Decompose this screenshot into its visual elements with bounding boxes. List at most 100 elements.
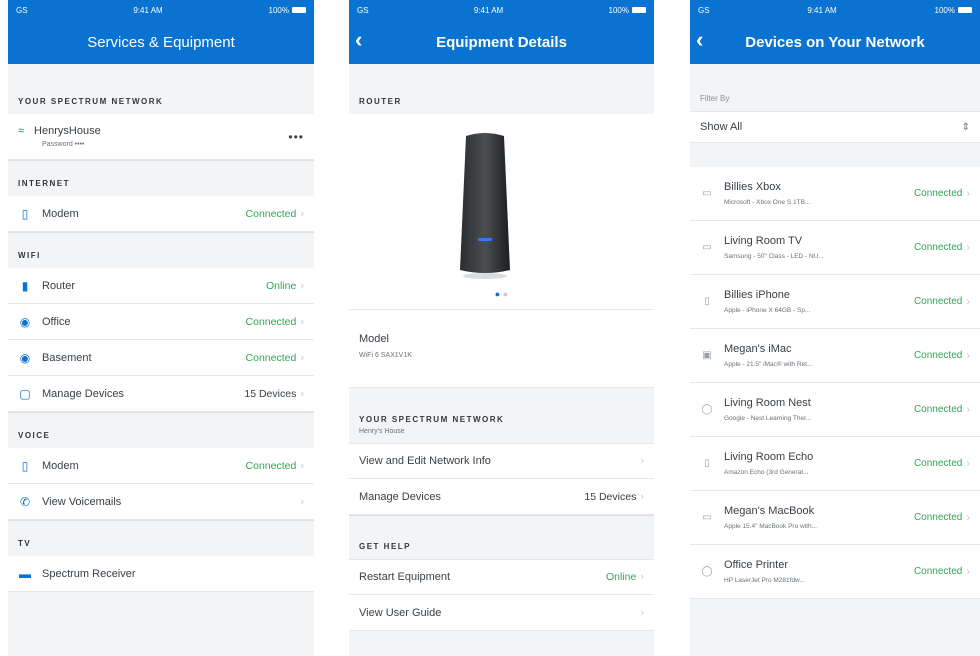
chevron-right-icon: › [966, 565, 970, 578]
carousel-dot-active[interactable]: ● [495, 289, 500, 299]
page-title: Equipment Details [436, 33, 567, 51]
wifi-section-header: WIFI [8, 232, 314, 268]
manage-devices-count: 15 Devices [584, 490, 637, 503]
wifi-item-status: Online [265, 279, 297, 292]
wifi-item-basement[interactable]: ◉ Basement Connected › [8, 340, 314, 376]
device-row[interactable]: ▯ Billies iPhone Apple - iPhone X 64GB - S… [690, 275, 980, 329]
device-status: Connected [913, 350, 963, 361]
internet-modem-label: Modem [42, 207, 79, 220]
battery-indicator: 100% [269, 6, 306, 15]
chevron-right-icon: › [300, 351, 304, 364]
voice-modem-row[interactable]: ▯ Modem Connected › [8, 448, 314, 484]
view-edit-network-row[interactable]: View and Edit Network Info › [349, 443, 654, 479]
wifi-item-label: Basement [42, 351, 92, 364]
status-bar: GS 9:41 AM 100% [8, 0, 314, 20]
manage-devices-row[interactable]: Manage Devices 15 Devices › [349, 479, 654, 515]
router-image-carousel[interactable]: ● ● [349, 114, 654, 310]
filter-select[interactable]: Show All ⇕ [690, 111, 980, 143]
network-section-header: YOUR SPECTRUM NETWORK [18, 97, 164, 106]
router-section-header: ROUTER [359, 97, 402, 106]
carousel-dot[interactable]: ● [503, 289, 508, 299]
device-list: ▭ Billies Xbox Microsoft - Xbox One S 1TB.… [690, 167, 980, 599]
device-row[interactable]: ▭ Megan's MacBook Apple 15.4" MacBook Pro … [690, 491, 980, 545]
tv-receiver-row[interactable]: ▬ Spectrum Receiver [8, 556, 314, 592]
device-row[interactable]: ◯ Living Room Nest Google - Nest Learning … [690, 383, 980, 437]
carrier-label: GS [16, 5, 28, 15]
phone-handset-icon: ✆ [19, 494, 31, 509]
model-label: Model [359, 333, 389, 345]
device-description: Apple - iPhone X 64GB - Sp... [724, 307, 811, 314]
wifi-item-status: Connected [245, 315, 297, 328]
restart-equipment-row[interactable]: Restart Equipment Online › [349, 559, 654, 595]
back-chevron-icon[interactable]: ‹ [696, 29, 703, 51]
carousel-dots[interactable]: ● ● [349, 289, 654, 299]
wifi-item-office[interactable]: ◉ Office Connected › [8, 304, 314, 340]
time-label: 9:41 AM [473, 5, 504, 15]
device-row[interactable]: ▭ Billies Xbox Microsoft - Xbox One S 1TB.… [690, 167, 980, 221]
chevron-right-icon: › [966, 511, 970, 524]
battery-indicator: 100% [935, 6, 972, 15]
chevron-right-icon: › [640, 490, 644, 503]
extender-icon: ◉ [19, 350, 31, 365]
chevron-right-icon: › [966, 241, 970, 254]
wifi-item-label: Router [42, 279, 76, 292]
device-row[interactable]: ▣ Megan's iMac Apple - 21.5" iMac® with Re… [690, 329, 980, 383]
battery-label: 100% [608, 5, 629, 15]
device-name: Office Printer [724, 559, 788, 571]
device-status: Connected [913, 458, 963, 469]
modem-icon: ▯ [21, 206, 29, 221]
network-section-header: YOUR SPECTRUM NETWORK [359, 415, 505, 424]
battery-icon [291, 7, 306, 14]
voice-modem-status: Connected [245, 459, 297, 472]
laptop-icon: ▭ [702, 512, 712, 523]
internet-section-header: INTERNET [8, 160, 314, 196]
router-image [460, 133, 510, 279]
internet-modem-row[interactable]: ▯ Modem Connected › [8, 196, 314, 232]
thermostat-icon: ◯ [701, 404, 713, 415]
network-name: HenrysHouse [34, 125, 101, 137]
device-status: Connected [913, 566, 963, 577]
nav-bar: ‹ Equipment Details [349, 20, 654, 64]
nav-bar: ‹ Devices on Your Network [690, 20, 980, 64]
wifi-item-label: Manage Devices [42, 387, 124, 400]
battery-icon [957, 7, 972, 14]
tv-section-header: TV [8, 520, 314, 556]
help-section-header: GET HELP [349, 515, 654, 559]
chevron-right-icon: › [300, 207, 304, 220]
services-equipment-screen: GS 9:41 AM 100% Services & Equipment YOU… [8, 0, 314, 656]
device-name: Living Room Nest [724, 397, 811, 409]
view-voicemails-row[interactable]: ✆ View Voicemails › [8, 484, 314, 520]
extender-icon: ◉ [19, 314, 31, 329]
console-icon: ▭ [702, 188, 712, 199]
more-options-icon[interactable]: ••• [288, 130, 304, 144]
device-description: Apple 15.4" MacBook Pro with... [724, 523, 817, 530]
back-chevron-icon[interactable]: ‹ [355, 29, 362, 51]
chevron-right-icon: › [640, 606, 644, 619]
chevron-right-icon: › [300, 495, 304, 508]
device-row[interactable]: ▭ Living Room TV Samsung - 50" Class - LED… [690, 221, 980, 275]
user-guide-label: View User Guide [359, 606, 442, 619]
chevron-right-icon: › [300, 315, 304, 328]
device-status: Connected [913, 242, 963, 253]
status-bar: GS 9:41 AM 100% [349, 0, 654, 20]
router-icon: ▮ [21, 278, 29, 293]
device-description: Samsung - 50" Class - LED - NU... [724, 253, 824, 260]
tv-receiver-label: Spectrum Receiver [42, 567, 136, 580]
wifi-item-manage-devices[interactable]: ▢ Manage Devices 15 Devices › [8, 376, 314, 412]
wifi-item-label: Office [42, 315, 71, 328]
device-description: Amazon Echo (3rd Generat... [724, 469, 809, 476]
network-row[interactable]: ≈ HenrysHouse Password •••• ••• [8, 114, 314, 160]
battery-label: 100% [268, 5, 289, 15]
device-name: Living Room TV [724, 235, 803, 247]
restart-label: Restart Equipment [359, 571, 451, 583]
manage-devices-label: Manage Devices [359, 490, 441, 503]
chevron-right-icon: › [966, 403, 970, 416]
chevron-right-icon: › [966, 187, 970, 200]
user-guide-row[interactable]: View User Guide › [349, 595, 654, 631]
device-name: Billies Xbox [724, 181, 781, 193]
device-row[interactable]: ◯ Office Printer HP LaserJet Pro M281fdw..… [690, 545, 980, 599]
device-row[interactable]: ▯ Living Room Echo Amazon Echo (3rd Genera… [690, 437, 980, 491]
status-bar: GS 9:41 AM 100% [690, 0, 980, 20]
wifi-item-router[interactable]: ▮ Router Online › [8, 268, 314, 304]
model-value: WiFi 6 SAX1V1K [359, 352, 412, 359]
